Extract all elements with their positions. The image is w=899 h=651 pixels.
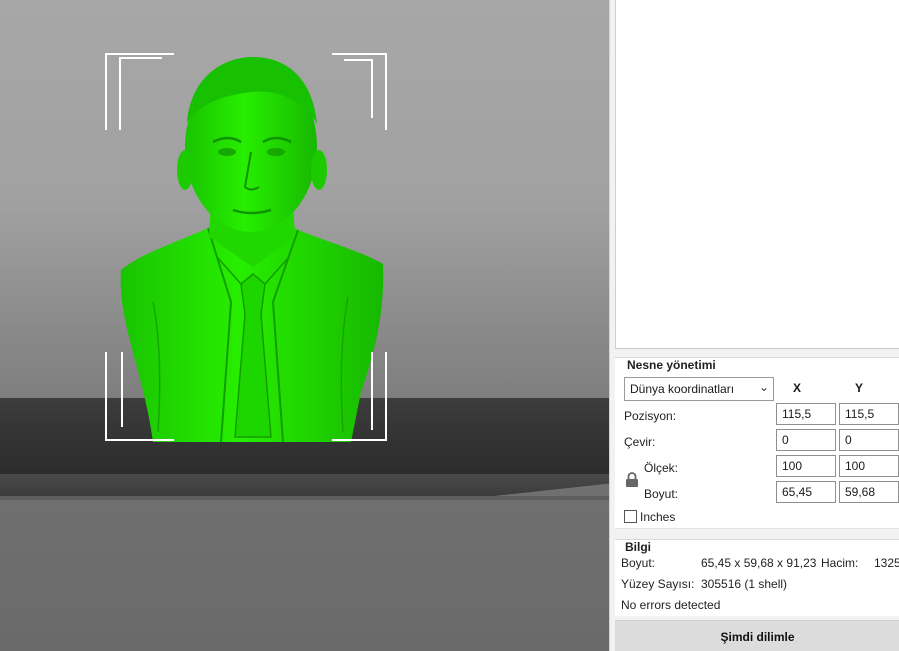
coordinate-system-select[interactable]: Dünya koordinatları ⌄ [624, 377, 774, 401]
selection-bounding-box [105, 53, 387, 441]
rotate-y-input[interactable]: 0 [839, 429, 899, 451]
info-faces-value: 305516 (1 shell) [701, 577, 788, 591]
scale-y-input[interactable]: 100 [839, 455, 899, 477]
info-size-label: Boyut: [621, 556, 656, 570]
side-panel: Nesne yönetimi Dünya koordinatları ⌄ X Y… [609, 0, 899, 651]
coordinate-system-value: Dünya koordinatları [630, 382, 735, 396]
rotate-label: Çevir: [624, 435, 656, 449]
lock-icon[interactable] [625, 472, 639, 488]
info-size-value: 65,45 x 59,68 x 91,23 [701, 556, 817, 570]
object-management-group: Nesne yönetimi Dünya koordinatları ⌄ X Y… [615, 357, 899, 529]
inches-checkbox[interactable] [624, 510, 637, 523]
rotate-x-input[interactable]: 0 [776, 429, 836, 451]
scale-label: Ölçek: [644, 461, 679, 475]
column-header-x: X [793, 381, 802, 395]
slice-now-button[interactable]: Şimdi dilimle [615, 620, 899, 651]
object-management-title: Nesne yönetimi [627, 358, 716, 372]
column-header-y: Y [855, 381, 864, 395]
inches-label: Inches [640, 510, 676, 524]
3d-viewport[interactable] [0, 0, 609, 651]
print-bed-shadow [0, 496, 609, 500]
size-y-input[interactable]: 59,68 [839, 481, 899, 503]
info-volume-label: Hacim: [821, 556, 859, 570]
info-volume-value: 1325 [874, 556, 899, 570]
info-group: Bilgi Boyut: 65,45 x 59,68 x 91,23 Hacim… [615, 539, 899, 616]
info-faces-label: Yüzey Sayısı: [621, 577, 695, 591]
print-bed-edge [0, 474, 609, 498]
object-list[interactable] [615, 0, 899, 349]
info-title: Bilgi [625, 540, 651, 554]
position-label: Pozisyon: [624, 409, 677, 423]
scale-x-input[interactable]: 100 [776, 455, 836, 477]
size-label: Boyut: [644, 487, 679, 501]
position-x-input[interactable]: 115,5 [776, 403, 836, 425]
slice-now-label: Şimdi dilimle [720, 630, 795, 644]
size-x-input[interactable]: 65,45 [776, 481, 836, 503]
position-y-input[interactable]: 115,5 [839, 403, 899, 425]
chevron-down-icon: ⌄ [758, 380, 769, 394]
info-errors-text: No errors detected [621, 598, 721, 612]
